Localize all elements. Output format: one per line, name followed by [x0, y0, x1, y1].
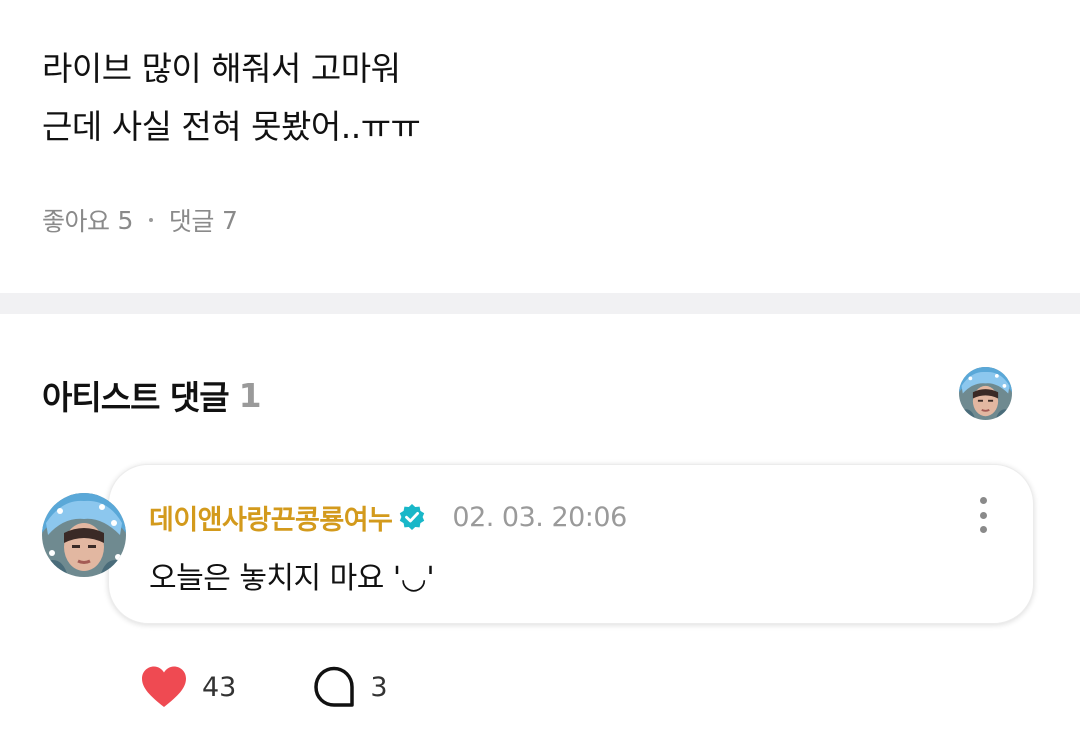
post-body: 라이브 많이 해줘서 고마워 근데 사실 전혀 못봤어..ㅠㅠ	[42, 40, 1022, 156]
heart-icon	[142, 666, 186, 707]
comment-author[interactable]: 데이앤사랑끈콩룡여누	[149, 498, 393, 537]
post-text-line: 근데 사실 전혀 못봤어..ㅠㅠ	[42, 107, 421, 146]
likes-count[interactable]: 5	[118, 206, 134, 235]
reply-button[interactable]: 3	[312, 665, 388, 709]
comment-author-avatar[interactable]	[42, 493, 126, 577]
page: 라이브 많이 해줘서 고마워 근데 사실 전혀 못봤어..ㅠㅠ 좋아요 5 댓글…	[0, 0, 1080, 746]
comments-label[interactable]: 댓글	[169, 202, 215, 238]
artist-comments-title: 아티스트 댓글	[42, 378, 230, 417]
avatar-image	[959, 367, 1012, 420]
avatar-image	[42, 493, 126, 577]
comment-card: 데이앤사랑끈콩룡여누 02. 03. 20:06 오늘은 놓치지 마요 '◡'	[108, 464, 1034, 624]
separator-dot	[148, 218, 153, 222]
comment-timestamp: 02. 03. 20:06	[452, 501, 627, 533]
artist-avatar[interactable]	[959, 367, 1012, 420]
reply-count: 3	[370, 671, 388, 703]
like-button[interactable]: 43	[140, 665, 236, 709]
more-dot	[979, 497, 987, 504]
more-dot	[979, 511, 987, 519]
more-options-button[interactable]	[971, 493, 995, 537]
verified-check-icon	[398, 503, 426, 531]
artist-comments-header: 아티스트 댓글 1	[42, 370, 262, 420]
comment-text: 오늘은 놓치지 마요 '◡'	[149, 561, 435, 596]
comment-header: 데이앤사랑끈콩룡여누 02. 03. 20:06	[149, 495, 627, 539]
speech-bubble-icon	[314, 666, 355, 707]
post-text-line: 라이브 많이 해줘서 고마워	[42, 49, 401, 88]
artist-comments-count: 1	[238, 375, 262, 415]
more-dot	[979, 526, 987, 533]
comments-count[interactable]: 7	[222, 206, 238, 235]
like-count: 43	[202, 671, 237, 703]
section-divider	[0, 293, 1080, 314]
comment-actions: 43 3	[140, 662, 388, 712]
post-stats: 좋아요 5 댓글 7	[42, 200, 238, 240]
likes-label[interactable]: 좋아요	[42, 202, 110, 238]
